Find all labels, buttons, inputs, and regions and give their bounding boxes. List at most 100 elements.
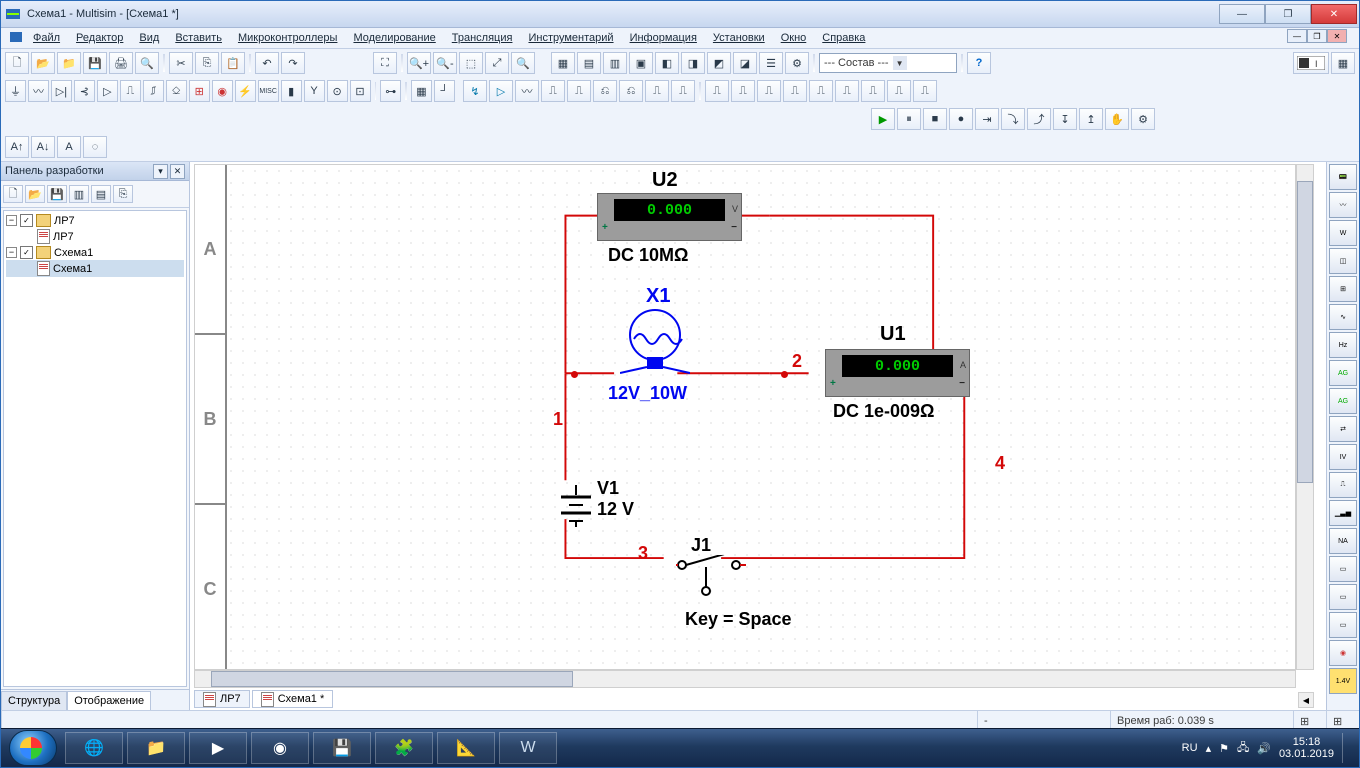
paste-button[interactable]: 📋 bbox=[221, 52, 245, 74]
probe-c4[interactable]: ⎍ bbox=[783, 80, 807, 102]
place-ttl-button[interactable]: ⎍ bbox=[120, 80, 141, 102]
stop-button[interactable]: ■ bbox=[923, 108, 947, 130]
place-rf-button[interactable]: Y bbox=[304, 80, 325, 102]
zoom-fit-button[interactable]: ⤢ bbox=[485, 52, 509, 74]
mdi-restore-button[interactable]: ❐ bbox=[1307, 29, 1327, 43]
probe-b5[interactable]: ⎍ bbox=[567, 80, 591, 102]
meter-u1[interactable]: +− A 0.000 bbox=[825, 349, 970, 397]
tool-a5[interactable]: ◧ bbox=[655, 52, 679, 74]
tool-a8[interactable]: ◪ bbox=[733, 52, 757, 74]
window-close-button[interactable]: ✕ bbox=[1311, 4, 1357, 24]
menu-transfer[interactable]: Трансляция bbox=[446, 31, 519, 45]
instr-logicconv[interactable]: ⇄ bbox=[1329, 416, 1357, 442]
tool-a10[interactable]: ⚙ bbox=[785, 52, 809, 74]
start-button[interactable] bbox=[9, 730, 57, 766]
step-out-button[interactable]: ⤴ bbox=[1027, 108, 1051, 130]
tree-b4[interactable]: ▥ bbox=[69, 185, 89, 203]
tree-save-button[interactable]: 💾 bbox=[47, 185, 67, 203]
font-b4[interactable]: ◌ bbox=[83, 136, 107, 158]
design-tree[interactable]: −✓ ЛР7 ЛР7 −✓ Схема1 Схема1 bbox=[3, 210, 187, 687]
print-button[interactable]: 🖨 bbox=[109, 52, 133, 74]
sim-d8[interactable]: ⚙ bbox=[1131, 108, 1155, 130]
panel-close-button[interactable]: ✕ bbox=[170, 164, 185, 179]
panel-pin-button[interactable]: ▾ bbox=[153, 164, 168, 179]
zoom-out-button[interactable]: 🔍- bbox=[433, 52, 457, 74]
show-desktop-button[interactable] bbox=[1342, 733, 1351, 763]
probe-c6[interactable]: ⎍ bbox=[835, 80, 859, 102]
sim-d6[interactable]: ↥ bbox=[1079, 108, 1103, 130]
tool-a1[interactable]: ▦ bbox=[551, 52, 575, 74]
instr-scope[interactable]: ◫ bbox=[1329, 248, 1357, 274]
probe-c1[interactable]: ⎍ bbox=[705, 80, 729, 102]
instr-wordgen[interactable]: AG bbox=[1329, 360, 1357, 386]
fullscreen-button[interactable]: ⛶ bbox=[373, 52, 397, 74]
instr-bode[interactable]: ∿ bbox=[1329, 304, 1357, 330]
tool-a7[interactable]: ◩ bbox=[707, 52, 731, 74]
zoom-100-button[interactable]: 🔍 bbox=[511, 52, 535, 74]
task-ie[interactable]: 🌐 bbox=[65, 732, 123, 764]
instr-distortion[interactable]: ⎍ bbox=[1329, 472, 1357, 498]
probe-c8[interactable]: ⎍ bbox=[887, 80, 911, 102]
zoom-area-button[interactable]: ⬚ bbox=[459, 52, 483, 74]
place-opamp-button[interactable]: ▷ bbox=[97, 80, 118, 102]
place-advanced-button[interactable]: ▮ bbox=[281, 80, 302, 102]
task-save[interactable]: 💾 bbox=[313, 732, 371, 764]
probe-c7[interactable]: ⎍ bbox=[861, 80, 885, 102]
menu-view[interactable]: Вид bbox=[133, 31, 165, 45]
place-ground-button[interactable]: ⏚ bbox=[5, 80, 26, 102]
task-chrome[interactable]: ◉ bbox=[251, 732, 309, 764]
font-increase-button[interactable]: A↑ bbox=[5, 136, 29, 158]
instr-probe[interactable]: 1.4V bbox=[1329, 668, 1357, 694]
sim-d5[interactable]: ↧ bbox=[1053, 108, 1077, 130]
zoom-in-button[interactable]: 🔍+ bbox=[407, 52, 431, 74]
instr-network[interactable]: NA bbox=[1329, 528, 1357, 554]
menu-tools[interactable]: Инструментарий bbox=[522, 31, 619, 45]
probe-b1[interactable]: ↯ bbox=[463, 80, 487, 102]
help-button[interactable]: ? bbox=[967, 52, 991, 74]
probe-c9[interactable]: ⎍ bbox=[913, 80, 937, 102]
place-misc-digital-button[interactable]: ⎐ bbox=[166, 80, 187, 102]
tool-a4[interactable]: ▣ bbox=[629, 52, 653, 74]
open-sample-button[interactable]: 📁 bbox=[57, 52, 81, 74]
tray-volume-icon[interactable]: 🔊 bbox=[1257, 742, 1271, 755]
task-word[interactable]: W bbox=[499, 732, 557, 764]
instr-tek[interactable]: ▭ bbox=[1329, 612, 1357, 638]
probe-b8[interactable]: ⎍ bbox=[645, 80, 669, 102]
tree-project-2[interactable]: −✓ Схема1 bbox=[6, 245, 184, 260]
print-preview-button[interactable]: 🔍 bbox=[135, 52, 159, 74]
instr-multimeter[interactable]: 📟 bbox=[1329, 164, 1357, 190]
place-power-button[interactable]: ⚡ bbox=[235, 80, 256, 102]
menu-file[interactable]: Файл bbox=[27, 31, 66, 45]
place-misc-button[interactable]: MISC bbox=[258, 80, 279, 102]
place-mixed-button[interactable]: ⊞ bbox=[189, 80, 210, 102]
menu-options[interactable]: Установки bbox=[707, 31, 771, 45]
mdi-close-button[interactable]: ✕ bbox=[1327, 29, 1347, 43]
task-explorer[interactable]: 📁 bbox=[127, 732, 185, 764]
task-app1[interactable]: 🧩 bbox=[375, 732, 433, 764]
font-decrease-button[interactable]: A↓ bbox=[31, 136, 55, 158]
cut-button[interactable]: ✂ bbox=[169, 52, 193, 74]
save-button[interactable]: 💾 bbox=[83, 52, 107, 74]
panel-tab-display[interactable]: Отображение bbox=[67, 691, 151, 710]
instr-4scope[interactable]: ⊞ bbox=[1329, 276, 1357, 302]
menu-info[interactable]: Информация bbox=[624, 31, 703, 45]
tree-b6[interactable]: ⎘ bbox=[113, 185, 133, 203]
place-electromech-button[interactable]: ⊙ bbox=[327, 80, 348, 102]
tree-doc-2[interactable]: Схема1 bbox=[6, 260, 184, 277]
tool-a2[interactable]: ▤ bbox=[577, 52, 601, 74]
layer-combo[interactable]: --- Состав --- ▼ bbox=[819, 53, 957, 73]
task-media[interactable]: ▶ bbox=[189, 732, 247, 764]
menu-simulate[interactable]: Моделирование bbox=[347, 31, 441, 45]
canvas-vscrollbar[interactable] bbox=[1296, 164, 1314, 670]
sim-d7[interactable]: ✋ bbox=[1105, 108, 1129, 130]
tray-up-icon[interactable]: ▴ bbox=[1206, 742, 1212, 755]
instr-iv[interactable]: IV bbox=[1329, 444, 1357, 470]
schematic-canvas[interactable]: A B C bbox=[194, 164, 1296, 670]
tray-lang[interactable]: RU bbox=[1182, 742, 1198, 754]
font-b3[interactable]: A bbox=[57, 136, 81, 158]
probe-c2[interactable]: ⎍ bbox=[731, 80, 755, 102]
canvas-tab[interactable]: ЛР7 bbox=[194, 690, 250, 708]
probe-b7[interactable]: ⎌ bbox=[619, 80, 643, 102]
probe-b4[interactable]: ⎍ bbox=[541, 80, 565, 102]
panel-tab-structure[interactable]: Структура bbox=[1, 691, 67, 710]
